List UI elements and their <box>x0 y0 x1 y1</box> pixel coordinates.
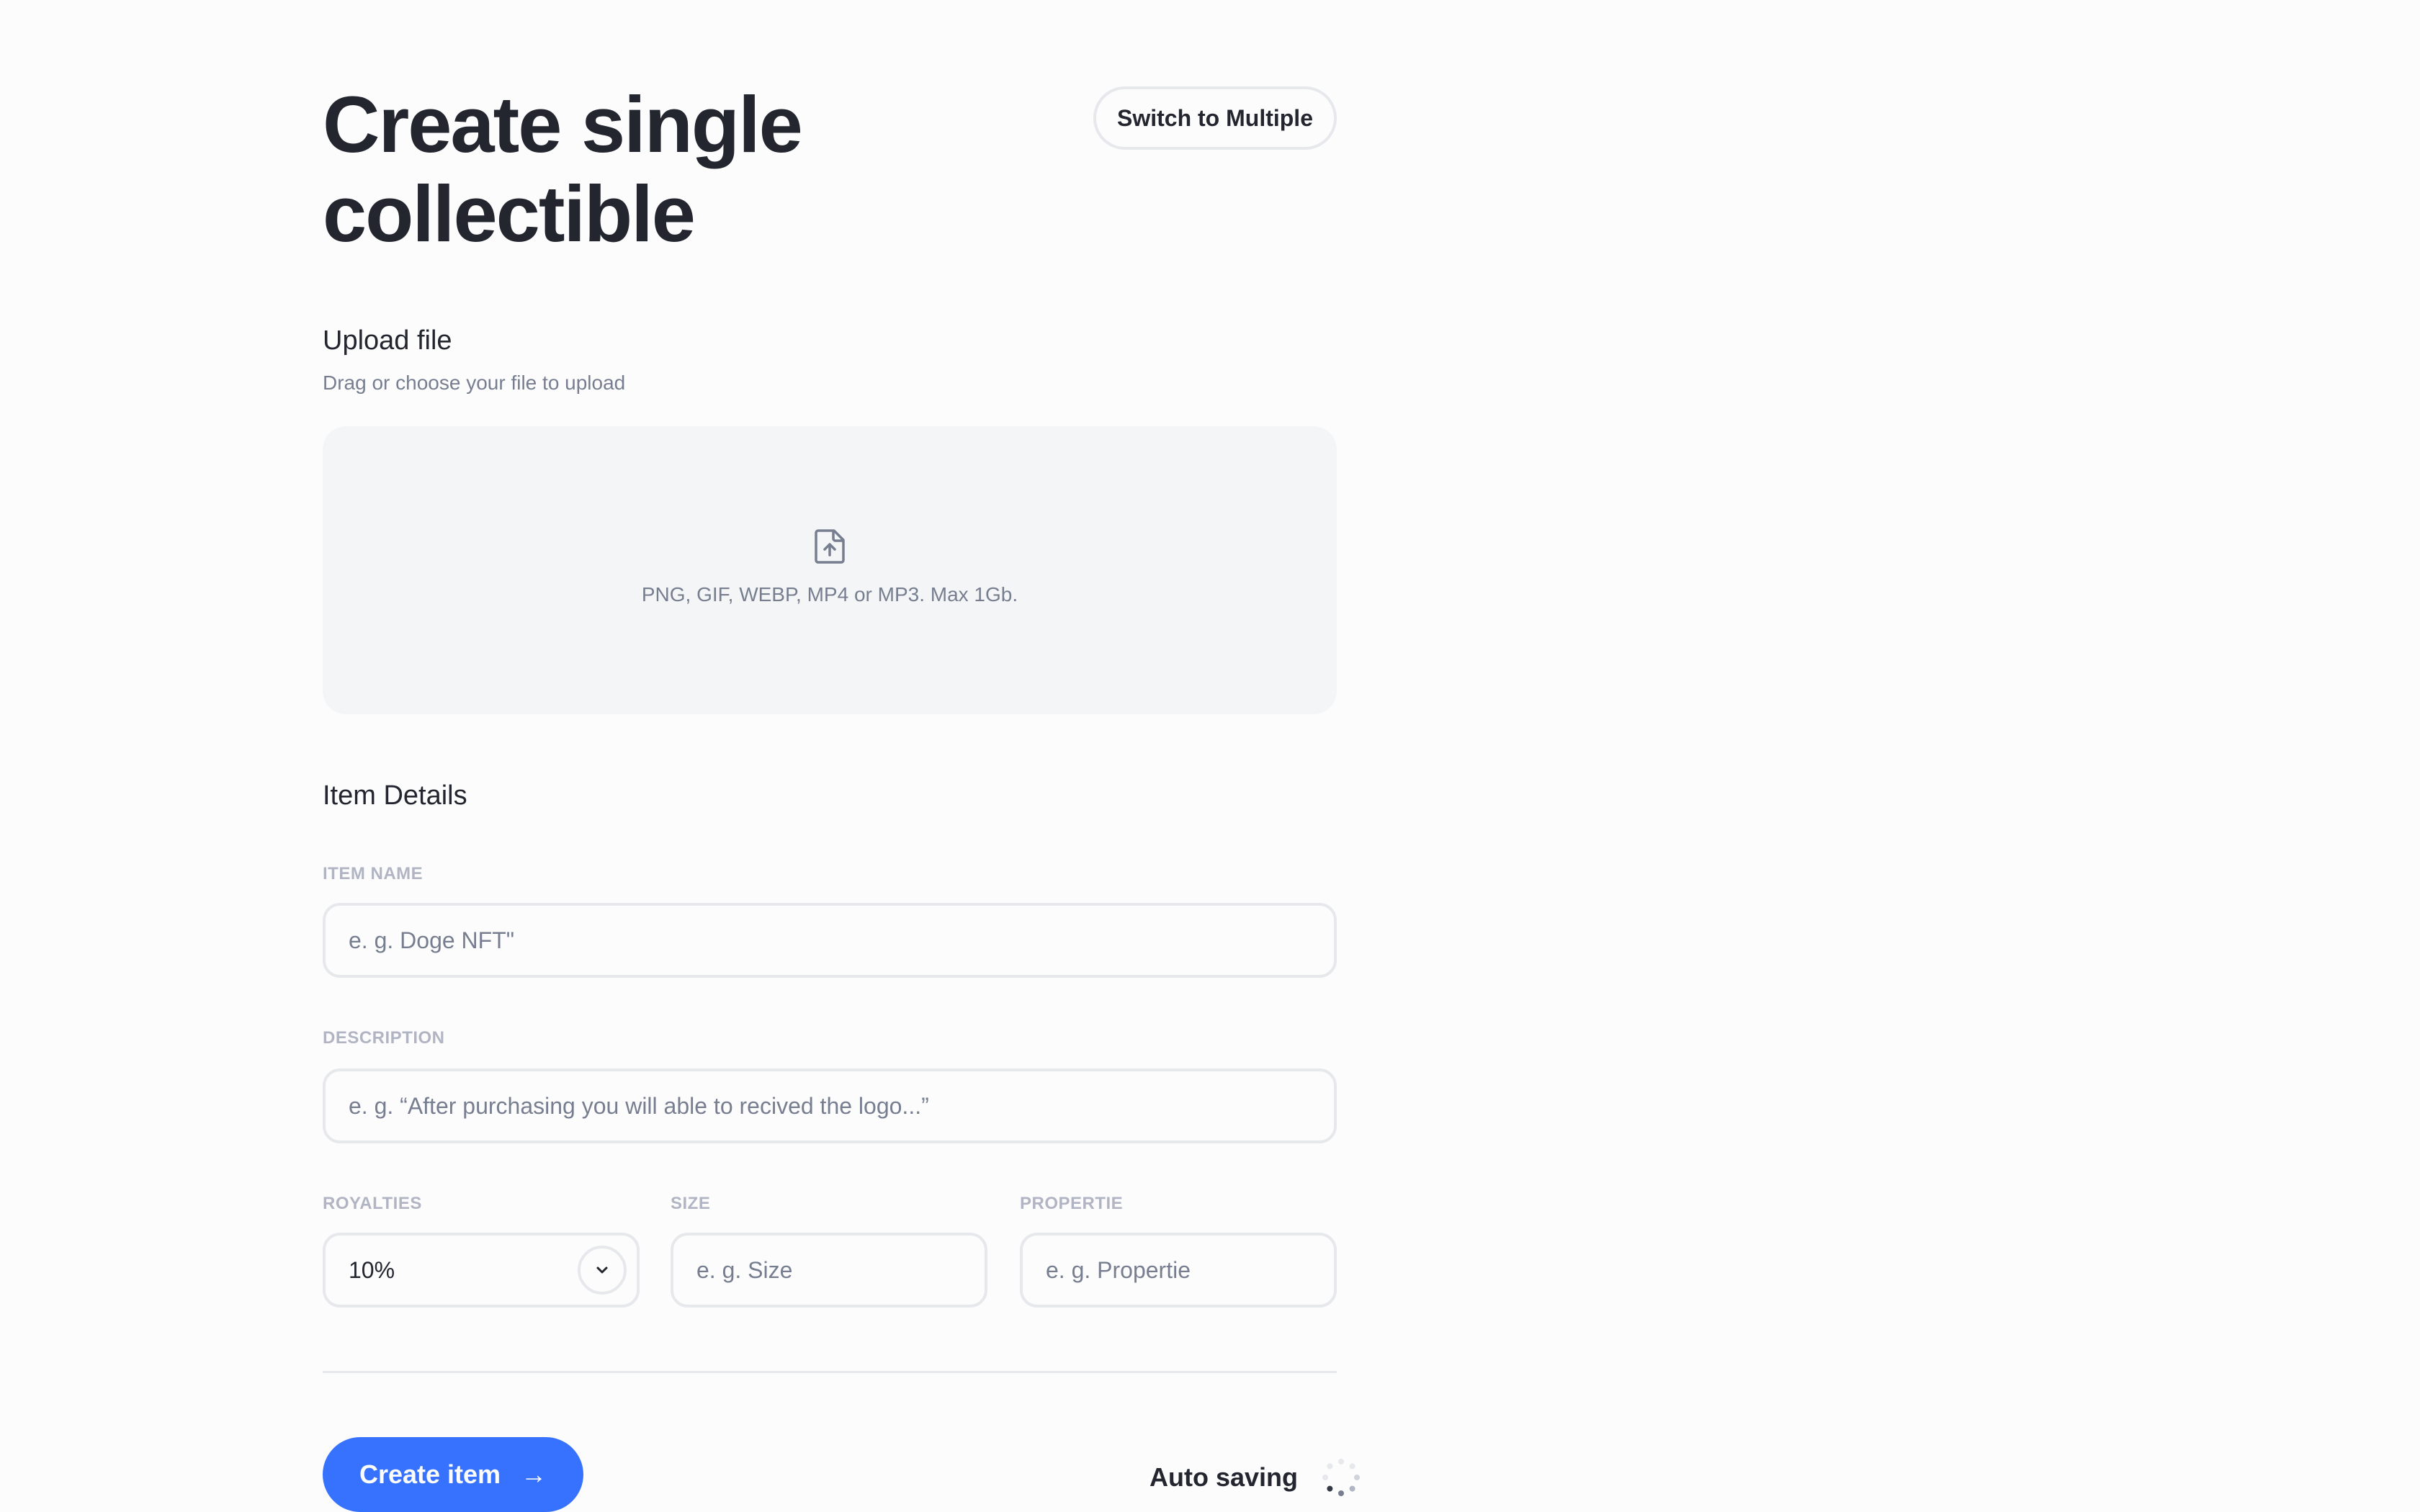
form-divider <box>323 1371 1337 1373</box>
file-dropzone[interactable]: PNG, GIF, WEBP, MP4 or MP3. Max 1Gb. <box>323 426 1337 714</box>
royalties-value: 10% <box>349 1256 395 1283</box>
switch-to-multiple-button[interactable]: Switch to Multiple <box>1093 86 1337 150</box>
propertie-label: PROPERTIE <box>1020 1194 1124 1213</box>
upload-subtitle: Drag or choose your file to upload <box>323 372 626 394</box>
royalties-select[interactable]: 10% <box>323 1233 640 1308</box>
loading-spinner-icon <box>1322 1459 1361 1496</box>
size-input[interactable]: e. g. Size <box>671 1233 987 1308</box>
auto-saving-status: Auto saving <box>1150 1456 1363 1499</box>
create-item-button[interactable]: Create item → <box>323 1437 583 1512</box>
page-title: Create single collectible <box>323 81 803 258</box>
royalties-dropdown-toggle[interactable] <box>578 1246 627 1295</box>
arrow-right-icon: → <box>521 1459 547 1489</box>
item-name-label: ITEM NAME <box>323 864 424 883</box>
upload-formats-text: PNG, GIF, WEBP, MP4 or MP3. Max 1Gb. <box>641 583 1018 606</box>
item-name-placeholder: e. g. Doge NFT" <box>349 927 515 953</box>
propertie-placeholder: e. g. Propertie <box>1046 1256 1191 1283</box>
file-upload-icon <box>815 529 845 564</box>
chevron-down-icon <box>596 1266 608 1274</box>
description-input[interactable]: e. g. “After purchasing you will able to… <box>323 1068 1337 1143</box>
auto-saving-label: Auto saving <box>1150 1462 1299 1492</box>
propertie-input[interactable]: e. g. Propertie <box>1020 1233 1337 1308</box>
create-item-label: Create item <box>359 1459 501 1489</box>
item-name-input[interactable]: e. g. Doge NFT" <box>323 903 1337 978</box>
royalties-label: ROYALTIES <box>323 1194 422 1213</box>
item-details-title: Item Details <box>323 780 467 811</box>
description-placeholder: e. g. “After purchasing you will able to… <box>349 1092 929 1119</box>
size-placeholder: e. g. Size <box>696 1256 793 1283</box>
size-label: SIZE <box>671 1194 711 1213</box>
description-label: DESCRIPTION <box>323 1028 445 1048</box>
create-collectible-page: Create single collectible Switch to Mult… <box>0 0 2420 1512</box>
upload-section-title: Upload file <box>323 325 452 356</box>
